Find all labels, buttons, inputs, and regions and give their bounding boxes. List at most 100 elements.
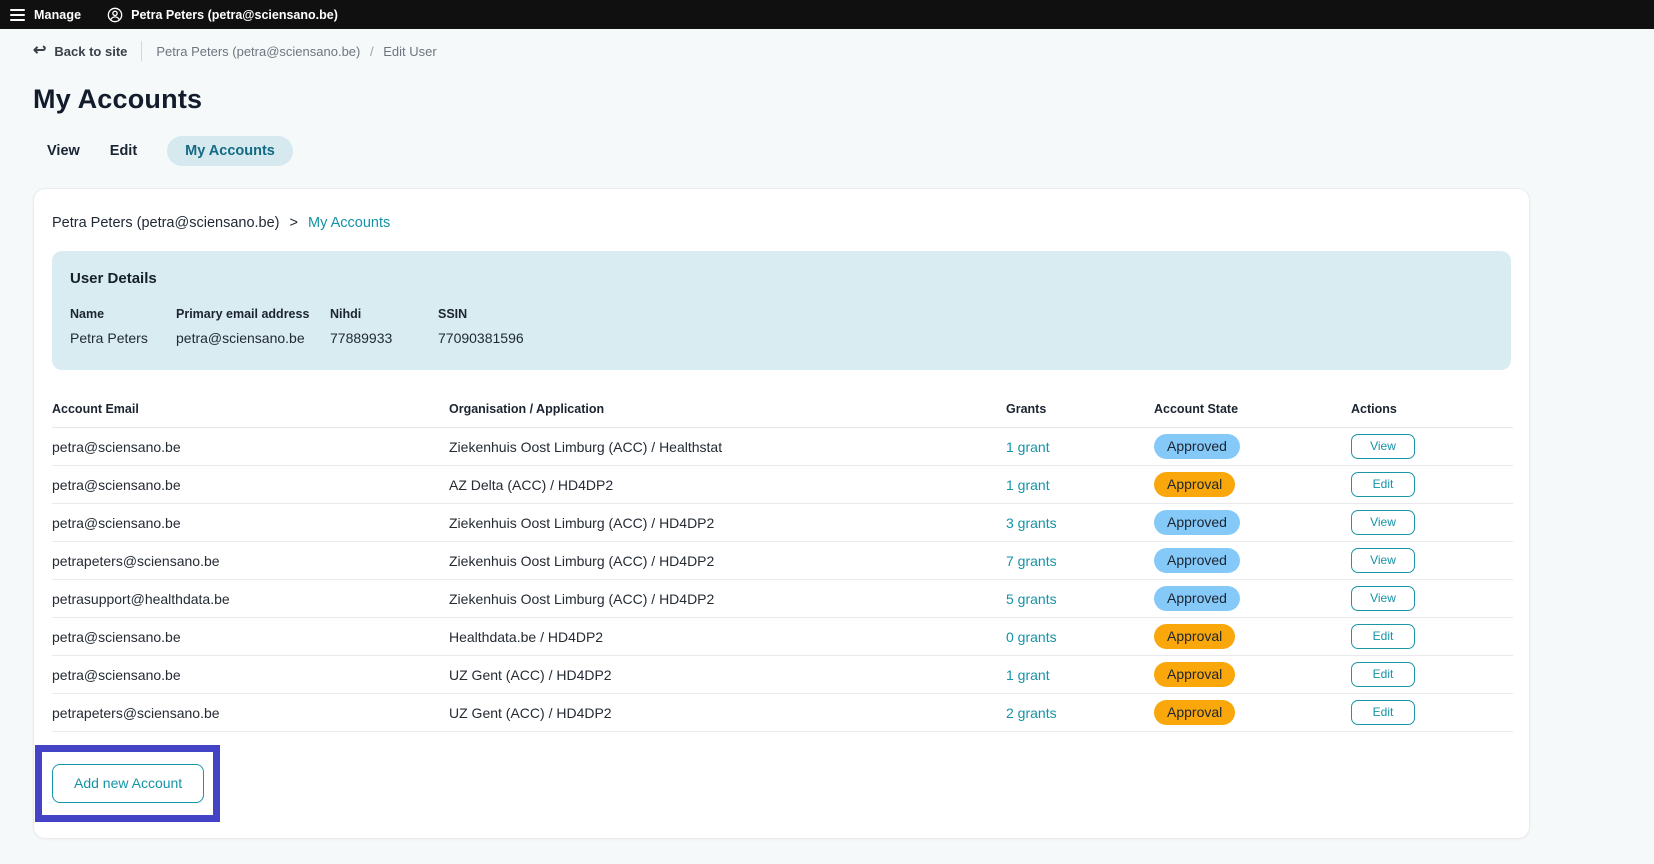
organisation-application-cell: AZ Delta (ACC) / HD4DP2 <box>449 466 1006 504</box>
field-ssin-label: SSIN <box>438 307 524 321</box>
account-state-badge: Approved <box>1154 548 1240 573</box>
grants-link[interactable]: 7 grants <box>1006 553 1057 569</box>
table-row: petra@sciensano.beZiekenhuis Oost Limbur… <box>52 504 1513 542</box>
field-primary-email-label: Primary email address <box>176 307 330 321</box>
actions-cell: Edit <box>1351 618 1513 656</box>
grants-link[interactable]: 1 grant <box>1006 477 1050 493</box>
account-email-cell: petrapeters@sciensano.be <box>52 542 449 580</box>
user-avatar-icon <box>107 7 123 23</box>
view-button[interactable]: View <box>1351 434 1415 459</box>
grants-link[interactable]: 3 grants <box>1006 515 1057 531</box>
user-details-fields: Name Petra Peters Primary email address … <box>70 307 1493 346</box>
table-row: petrapeters@sciensano.beZiekenhuis Oost … <box>52 542 1513 580</box>
grants-cell: 3 grants <box>1006 504 1154 542</box>
field-nihdi-value: 77889933 <box>330 330 438 346</box>
organisation-application-cell: UZ Gent (ACC) / HD4DP2 <box>449 656 1006 694</box>
tab-my-accounts[interactable]: My Accounts <box>167 136 293 166</box>
actions-cell: View <box>1351 542 1513 580</box>
edit-button[interactable]: Edit <box>1351 472 1415 497</box>
user-details-panel: User Details Name Petra Peters Primary e… <box>52 251 1511 370</box>
header-organisation-application: Organisation / Application <box>449 394 1006 428</box>
breadcrumb: Petra Peters (petra@sciensano.be) / Edit… <box>156 44 436 59</box>
back-to-site-link[interactable]: ↩ Back to site <box>33 43 127 59</box>
organisation-application-cell: Ziekenhuis Oost Limburg (ACC) / HD4DP2 <box>449 580 1006 618</box>
table-row: petrapeters@sciensano.beUZ Gent (ACC) / … <box>52 694 1513 732</box>
account-state-cell: Approved <box>1154 580 1351 618</box>
toolbar-user-menu[interactable]: Petra Peters (petra@sciensano.be) <box>107 7 338 23</box>
breadcrumb-separator: / <box>370 44 374 59</box>
account-email-cell: petra@sciensano.be <box>52 504 449 542</box>
grants-cell: 1 grant <box>1006 466 1154 504</box>
table-row: petra@sciensano.beAZ Delta (ACC) / HD4DP… <box>52 466 1513 504</box>
organisation-application-cell: Ziekenhuis Oost Limburg (ACC) / HD4DP2 <box>449 504 1006 542</box>
breadcrumb-parent[interactable]: Petra Peters (petra@sciensano.be) <box>156 44 360 59</box>
grants-cell: 5 grants <box>1006 580 1154 618</box>
grants-link[interactable]: 5 grants <box>1006 591 1057 607</box>
view-button[interactable]: View <box>1351 586 1415 611</box>
toolbar-user-label: Petra Peters (petra@sciensano.be) <box>131 8 338 22</box>
header-account-email: Account Email <box>52 394 449 428</box>
table-row: petra@sciensano.beUZ Gent (ACC) / HD4DP2… <box>52 656 1513 694</box>
account-state-badge: Approval <box>1154 624 1235 649</box>
table-row: petrasupport@healthdata.beZiekenhuis Oos… <box>52 580 1513 618</box>
organisation-application-cell: UZ Gent (ACC) / HD4DP2 <box>449 694 1006 732</box>
grants-cell: 7 grants <box>1006 542 1154 580</box>
grants-link[interactable]: 1 grant <box>1006 667 1050 683</box>
field-ssin: SSIN 77090381596 <box>438 307 524 346</box>
table-row: petra@sciensano.beHealthdata.be / HD4DP2… <box>52 618 1513 656</box>
header-actions: Actions <box>1351 394 1513 428</box>
actions-cell: View <box>1351 504 1513 542</box>
grants-cell: 2 grants <box>1006 694 1154 732</box>
annotation-highlight-box: Add new Account <box>35 745 220 822</box>
actions-cell: View <box>1351 428 1513 466</box>
view-button[interactable]: View <box>1351 510 1415 535</box>
grants-link[interactable]: 0 grants <box>1006 629 1057 645</box>
field-primary-email: Primary email address petra@sciensano.be <box>176 307 330 346</box>
view-button[interactable]: View <box>1351 548 1415 573</box>
account-state-badge: Approval <box>1154 472 1235 497</box>
primary-tabs: View Edit My Accounts <box>47 136 1654 166</box>
field-nihdi: Nihdi 77889933 <box>330 307 438 346</box>
organisation-application-cell: Ziekenhuis Oost Limburg (ACC) / Healthst… <box>449 428 1006 466</box>
breadcrumb-bar: ↩ Back to site Petra Peters (petra@scien… <box>0 29 1654 73</box>
my-accounts-card: Petra Peters (petra@sciensano.be) > My A… <box>33 188 1530 839</box>
account-state-cell: Approved <box>1154 428 1351 466</box>
grants-cell: 1 grant <box>1006 656 1154 694</box>
hamburger-menu-icon[interactable] <box>10 9 25 21</box>
card-breadcrumb-current-link[interactable]: My Accounts <box>308 215 390 231</box>
account-email-cell: petra@sciensano.be <box>52 656 449 694</box>
account-email-cell: petrapeters@sciensano.be <box>52 694 449 732</box>
edit-button[interactable]: Edit <box>1351 624 1415 649</box>
grants-cell: 0 grants <box>1006 618 1154 656</box>
field-primary-email-value: petra@sciensano.be <box>176 330 330 346</box>
account-state-badge: Approval <box>1154 662 1235 687</box>
edit-button[interactable]: Edit <box>1351 700 1415 725</box>
actions-cell: Edit <box>1351 656 1513 694</box>
accounts-table: Account Email Organisation / Application… <box>52 394 1513 732</box>
field-name: Name Petra Peters <box>70 307 176 346</box>
account-email-cell: petrasupport@healthdata.be <box>52 580 449 618</box>
account-email-cell: petra@sciensano.be <box>52 466 449 504</box>
account-email-cell: petra@sciensano.be <box>52 618 449 656</box>
account-state-cell: Approved <box>1154 542 1351 580</box>
account-state-cell: Approval <box>1154 656 1351 694</box>
grants-cell: 1 grant <box>1006 428 1154 466</box>
account-state-badge: Approved <box>1154 510 1240 535</box>
manage-menu-item[interactable]: Manage <box>34 8 81 22</box>
organisation-application-cell: Healthdata.be / HD4DP2 <box>449 618 1006 656</box>
field-name-label: Name <box>70 307 176 321</box>
tab-view[interactable]: View <box>47 136 80 166</box>
page-title: My Accounts <box>33 84 1654 115</box>
tab-edit[interactable]: Edit <box>110 136 137 166</box>
account-state-badge: Approved <box>1154 434 1240 459</box>
card-breadcrumb-separator: > <box>290 215 298 231</box>
grants-link[interactable]: 1 grant <box>1006 439 1050 455</box>
user-details-title: User Details <box>70 270 1493 287</box>
header-grants: Grants <box>1006 394 1154 428</box>
accounts-table-body: petra@sciensano.beZiekenhuis Oost Limbur… <box>52 428 1513 732</box>
field-nihdi-label: Nihdi <box>330 307 438 321</box>
add-new-account-button[interactable]: Add new Account <box>52 764 204 803</box>
account-state-cell: Approval <box>1154 618 1351 656</box>
grants-link[interactable]: 2 grants <box>1006 705 1057 721</box>
edit-button[interactable]: Edit <box>1351 662 1415 687</box>
